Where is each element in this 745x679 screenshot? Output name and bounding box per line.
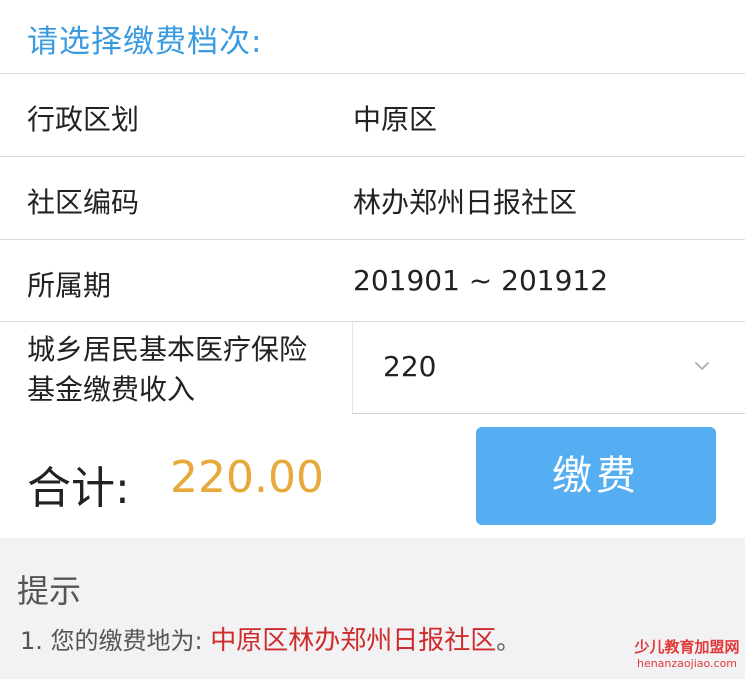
community-label: 社区编码 (27, 186, 140, 219)
tier-selected-value: 220 (383, 350, 437, 383)
watermark-en: henanzaojiao.com (636, 657, 738, 670)
watermark: 少儿教育加盟网 henanzaojiao.com (632, 638, 742, 670)
tips-line-suffix: 。 (496, 627, 521, 655)
watermark-cn: 少儿教育加盟网 (634, 638, 740, 656)
page-title: 请选择缴费档次: (27, 24, 263, 60)
period-label: 所属期 (27, 269, 112, 302)
community-row: 社区编码 林办郑州日报社区 (0, 157, 745, 240)
total-label: 合计: (27, 463, 130, 514)
tips-location: 中原区林办郑州日报社区 (210, 626, 497, 656)
total-bar: 合计: 220.00 缴费 (0, 414, 745, 538)
district-row: 行政区划 中原区 (0, 74, 745, 157)
district-value: 中原区 (353, 103, 438, 136)
period-value: 201901 ~ 201912 (353, 264, 609, 297)
page-header: 请选择缴费档次: (0, 0, 745, 74)
pay-button[interactable]: 缴费 (476, 427, 716, 525)
period-row: 所属期 201901 ~ 201912 (0, 240, 745, 322)
tips-line: 1. 您的缴费地为: 中原区林办郑州日报社区。 (20, 620, 520, 657)
community-value: 林办郑州日报社区 (353, 186, 578, 219)
tier-select[interactable]: 220 (352, 322, 745, 414)
district-label: 行政区划 (27, 103, 140, 136)
total-amount: 220.00 (170, 452, 324, 503)
chevron-down-icon (695, 362, 709, 370)
tier-row: 城乡居民基本医疗保险基金缴费收入 220 (0, 322, 745, 414)
tips-title: 提示 (17, 572, 82, 610)
tier-label: 城乡居民基本医疗保险基金缴费收入 (27, 333, 308, 406)
tips-line-prefix: 1. 您的缴费地为: (20, 627, 211, 655)
